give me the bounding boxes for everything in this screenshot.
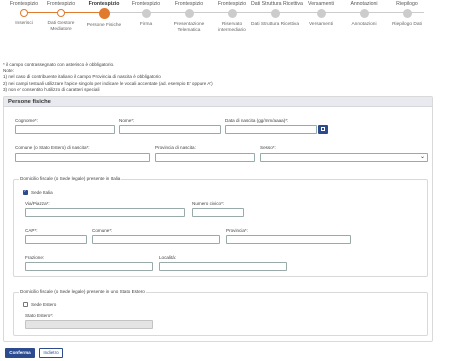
confirm-button[interactable]: Conferma: [5, 348, 35, 358]
cap-input[interactable]: [25, 235, 87, 244]
frazione-label: Frazione:: [25, 255, 45, 260]
step-title: Annotazioni: [350, 1, 378, 7]
sede-estero-label: Sede Estero: [31, 302, 57, 307]
step-4[interactable]: Frontespizio Firma: [122, 0, 170, 28]
step-dot: [98, 8, 110, 19]
progress-stepper: Frontespizio Inserisci Frontespizio Dati Ge…: [0, 0, 474, 40]
domicilio-italia-legend: Domicilio fiscale (o Sede legale) presen…: [19, 176, 122, 181]
step-title: Dati Struttura Ricettiva: [251, 1, 303, 7]
provincia-nascita-label: Provincia di nascita:: [155, 145, 196, 150]
step-label: Firma: [139, 22, 153, 27]
step-label: Presentazione Telematica: [173, 22, 205, 33]
stato-estero-input[interactable]: [25, 320, 153, 329]
cap-label: CAP*:: [25, 228, 38, 233]
step-dot: [141, 9, 151, 18]
cognome-label: Cognome*:: [15, 118, 38, 123]
step-title: Frontespizio: [46, 1, 76, 7]
step-title: Frontespizio: [131, 1, 161, 7]
step-dot: [57, 9, 65, 17]
persone-fisiche-card: Persone fisiche Cognome*: Nome*: Data di…: [3, 96, 433, 342]
step-9[interactable]: Annotazioni Annotazioni: [340, 0, 388, 28]
note-3: 3) non e' consentito l'utilizzo di carat…: [3, 86, 100, 92]
sede-italia-checkbox[interactable]: [23, 188, 28, 195]
step-6[interactable]: Frontespizio Riservato intermediario: [208, 0, 256, 34]
comune-label: Comune*:: [92, 228, 113, 233]
civico-input[interactable]: [192, 208, 244, 217]
sesso-label: Sesso*:: [260, 145, 276, 150]
comune-input[interactable]: [92, 235, 220, 244]
step-dot: [270, 9, 280, 18]
step-dot: [402, 9, 412, 18]
provincia-label: Provincia*:: [226, 228, 248, 233]
data-nascita-input[interactable]: [225, 125, 317, 134]
domicilio-estero-legend: Domicilio fiscale (o Sede legale) presen…: [19, 289, 146, 294]
step-7[interactable]: Dati Struttura Ricettiva Dati Struttura R…: [251, 0, 303, 28]
domicilio-estero-fieldset: [13, 292, 428, 336]
localita-input[interactable]: [159, 262, 287, 271]
sede-italia-label: Sede Italia: [31, 190, 53, 195]
provincia-input[interactable]: [226, 235, 351, 244]
calendar-icon[interactable]: [318, 125, 328, 134]
step-title: Frontespizio: [217, 1, 247, 7]
nome-input[interactable]: [119, 125, 221, 134]
step-8[interactable]: Versamenti Versamenti: [297, 0, 345, 28]
step-label: Dati Gestore Mediatore: [47, 21, 75, 32]
step-2[interactable]: Frontespizio Dati Gestore Mediatore: [37, 0, 85, 33]
comune-nascita-label: Comune (o Stato Estero) di nascita*:: [15, 145, 90, 150]
nome-label: Nome*:: [119, 118, 135, 123]
localita-label: Località:: [159, 255, 177, 260]
step-title: Versamenti: [308, 1, 334, 7]
step-title: Riepilogo: [396, 1, 418, 7]
step-dot: [359, 9, 369, 18]
via-label: Via/Piazza*:: [25, 201, 50, 206]
step-title: Frontespizio: [88, 1, 120, 7]
form-notes: * il campo contrassegnato con asterisco …: [3, 62, 213, 93]
step-label: Persone Fisiche: [86, 23, 122, 28]
step-dot: [227, 9, 237, 18]
back-button[interactable]: Indietro: [39, 348, 63, 358]
step-dot: [20, 9, 28, 17]
step-label: Riepilogo Dati: [392, 22, 422, 27]
frazione-input[interactable]: [25, 262, 153, 271]
step-3[interactable]: Frontespizio Persone Fisiche: [80, 0, 128, 29]
step-label: Riservato intermediario: [218, 22, 246, 33]
note-2: 2) nei campi testuali utilizzare l'apice…: [3, 80, 213, 86]
card-title: Persone fisiche: [4, 97, 432, 107]
sede-estero-checkbox[interactable]: [23, 302, 28, 307]
step-dot: [184, 9, 194, 18]
sesso-select[interactable]: [260, 153, 428, 162]
cognome-input[interactable]: [15, 125, 115, 134]
step-5[interactable]: Frontespizio Presentazione Telematica: [165, 0, 213, 34]
civico-label: Numero civico*:: [192, 201, 225, 206]
step-title: Frontespizio: [174, 1, 204, 7]
step-10[interactable]: Riepilogo Riepilogo Dati: [383, 0, 431, 28]
stato-estero-label: Stato Estero*:: [25, 313, 54, 318]
provincia-nascita-input[interactable]: [155, 153, 255, 162]
data-nascita-label: Data di nascita (gg/mm/aaaa)*:: [225, 118, 289, 123]
step-dot: [316, 9, 326, 18]
via-input[interactable]: [25, 208, 185, 217]
comune-nascita-input[interactable]: [15, 153, 150, 162]
step-label: Annotazioni: [351, 22, 377, 27]
chevron-down-icon: ⌄: [420, 154, 426, 160]
step-label: Versamenti: [309, 22, 333, 27]
step-label: Dati Struttura Ricettiva: [251, 22, 299, 27]
